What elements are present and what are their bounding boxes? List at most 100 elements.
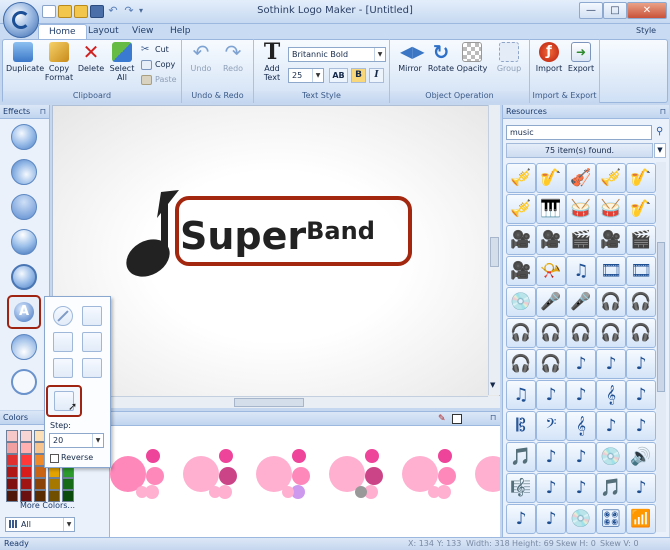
resource-music-icon[interactable]: 🎧 (506, 318, 536, 348)
resource-music-icon[interactable]: 🎞 (626, 256, 656, 286)
resource-music-icon[interactable]: ♪ (566, 442, 596, 472)
resource-music-icon[interactable]: 💿 (596, 442, 626, 472)
rotate-button[interactable]: ↻ Rotate (424, 41, 458, 73)
effect-glow-button[interactable] (11, 194, 37, 220)
resource-music-icon[interactable]: ♪ (566, 380, 596, 410)
resource-music-icon[interactable]: 🎥 (506, 256, 536, 286)
vertical-scroll-thumb[interactable] (490, 237, 499, 267)
color-swatch[interactable] (6, 442, 18, 454)
application-menu-button[interactable] (3, 2, 39, 38)
canvas-vertical-scrollbar[interactable]: ▼ (488, 105, 500, 395)
maximize-button[interactable]: □ (603, 2, 627, 19)
canvas-horizontal-scrollbar[interactable] (52, 396, 488, 408)
effect-shadow-button[interactable] (11, 159, 37, 185)
paste-button[interactable]: Paste (141, 73, 177, 87)
resource-music-icon[interactable]: 𝄞 (596, 380, 626, 410)
warp-arc-icon[interactable] (82, 306, 102, 326)
resource-music-icon[interactable]: 🎬 (626, 225, 656, 255)
resource-music-icon[interactable]: 🎷 (536, 163, 566, 193)
resource-music-icon[interactable]: 📯 (536, 256, 566, 286)
resource-music-icon[interactable]: ♪ (626, 380, 656, 410)
effect-gloss-button[interactable] (11, 229, 37, 255)
select-all-button[interactable]: Select All (105, 41, 139, 82)
logo-artwork[interactable]: SuperBand (53, 106, 501, 409)
pin-icon[interactable]: ⊓ (660, 105, 666, 119)
resource-music-icon[interactable]: ♪ (626, 411, 656, 441)
color-swatch[interactable] (6, 490, 18, 502)
minimize-button[interactable]: — (579, 2, 603, 19)
resource-music-icon[interactable]: 🎺 (506, 194, 536, 224)
resource-search-input[interactable]: music (506, 125, 652, 140)
resource-music-icon[interactable]: 🎧 (596, 318, 626, 348)
reverse-checkbox[interactable] (50, 454, 59, 463)
current-color-swatch[interactable] (452, 414, 462, 424)
warp-arch-icon[interactable] (53, 358, 73, 378)
resource-music-icon[interactable]: 𝄞 (566, 411, 596, 441)
resource-music-icon[interactable]: 🎧 (626, 287, 656, 317)
color-swatch[interactable] (6, 478, 18, 490)
resource-music-icon[interactable]: ♪ (596, 411, 626, 441)
tab-view[interactable]: View (122, 24, 163, 40)
resource-music-icon[interactable]: 🎥 (536, 225, 566, 255)
warp-left-icon[interactable] (53, 332, 73, 352)
color-swatch[interactable] (6, 466, 18, 478)
resource-music-icon[interactable]: ♪ (626, 349, 656, 379)
font-family-select[interactable]: Britannic Bold ▼ (288, 47, 386, 62)
chevron-down-icon[interactable]: ▼ (654, 143, 666, 158)
resource-music-icon[interactable]: 🎤 (566, 287, 596, 317)
effect-outline-button[interactable] (11, 264, 37, 290)
resource-music-icon[interactable]: 🥁 (566, 194, 596, 224)
resource-music-icon[interactable]: ♪ (536, 380, 566, 410)
color-swatch[interactable] (62, 478, 74, 490)
resource-music-icon[interactable]: ♪ (596, 349, 626, 379)
resource-music-icon[interactable]: ♪ (536, 473, 566, 503)
color-swatch[interactable] (6, 454, 18, 466)
pin-icon[interactable]: ⊓ (490, 413, 496, 422)
font-size-select[interactable]: 25 ▼ (288, 68, 324, 83)
resource-music-icon[interactable]: ♪ (536, 504, 566, 534)
color-swatch[interactable] (6, 430, 18, 442)
resource-music-icon[interactable]: ♪ (506, 504, 536, 534)
delete-button[interactable]: ✕ Delete (74, 41, 108, 73)
redo-button[interactable]: ↷ Redo (216, 41, 250, 73)
resource-music-icon[interactable]: 🎧 (596, 287, 626, 317)
resources-scroll-thumb[interactable] (657, 242, 665, 392)
color-swatch[interactable] (20, 466, 32, 478)
resource-music-icon[interactable]: 🎞 (596, 256, 626, 286)
copy-format-button[interactable]: Copy Format (42, 41, 76, 82)
copy-button[interactable]: Copy (141, 58, 175, 72)
more-colors-link[interactable]: More Colors... (20, 501, 75, 510)
color-scheme-item[interactable] (402, 449, 456, 499)
resource-music-icon[interactable]: 🎺 (506, 163, 536, 193)
no-effect-icon[interactable] (53, 306, 73, 326)
resource-music-icon[interactable]: 🎵 (596, 473, 626, 503)
export-button[interactable]: ➜ Export (564, 41, 598, 73)
resource-music-icon[interactable]: 🎷 (626, 163, 656, 193)
opacity-button[interactable]: Opacity (455, 41, 489, 73)
color-scheme-item[interactable] (256, 449, 310, 499)
scroll-down-icon[interactable]: ▼ (490, 381, 495, 389)
resource-music-icon[interactable]: 𝄡 (506, 411, 536, 441)
color-scheme-strip[interactable]: ✎ ⊓ (110, 411, 500, 537)
resource-music-icon[interactable]: 🥁 (596, 194, 626, 224)
pin-icon[interactable]: ⊓ (40, 105, 46, 119)
resource-music-icon[interactable]: 🎥 (596, 225, 626, 255)
add-text-button[interactable]: T Add Text (255, 41, 289, 82)
resource-music-icon[interactable]: 💿 (506, 287, 536, 317)
italic-button[interactable]: I (369, 68, 384, 83)
warp-right-icon[interactable] (82, 332, 102, 352)
search-icon[interactable]: ⚲ (656, 126, 663, 137)
resource-music-icon[interactable]: 🎵 (506, 442, 536, 472)
resource-music-icon[interactable]: 🎤 (536, 287, 566, 317)
cut-button[interactable]: ✂ Cut (141, 43, 169, 57)
resource-music-icon[interactable]: 🎧 (536, 349, 566, 379)
duplicate-button[interactable]: Duplicate (6, 41, 44, 73)
eyedropper-icon[interactable]: ✎ (438, 414, 446, 424)
color-swatch[interactable] (20, 442, 32, 454)
color-swatch[interactable] (34, 478, 46, 490)
effect-bevel-button[interactable] (11, 124, 37, 150)
effect-text-button-selected[interactable]: A (7, 295, 41, 329)
resource-music-icon[interactable]: 🎧 (536, 318, 566, 348)
design-canvas[interactable]: SuperBand (52, 105, 500, 408)
color-swatch[interactable] (20, 430, 32, 442)
